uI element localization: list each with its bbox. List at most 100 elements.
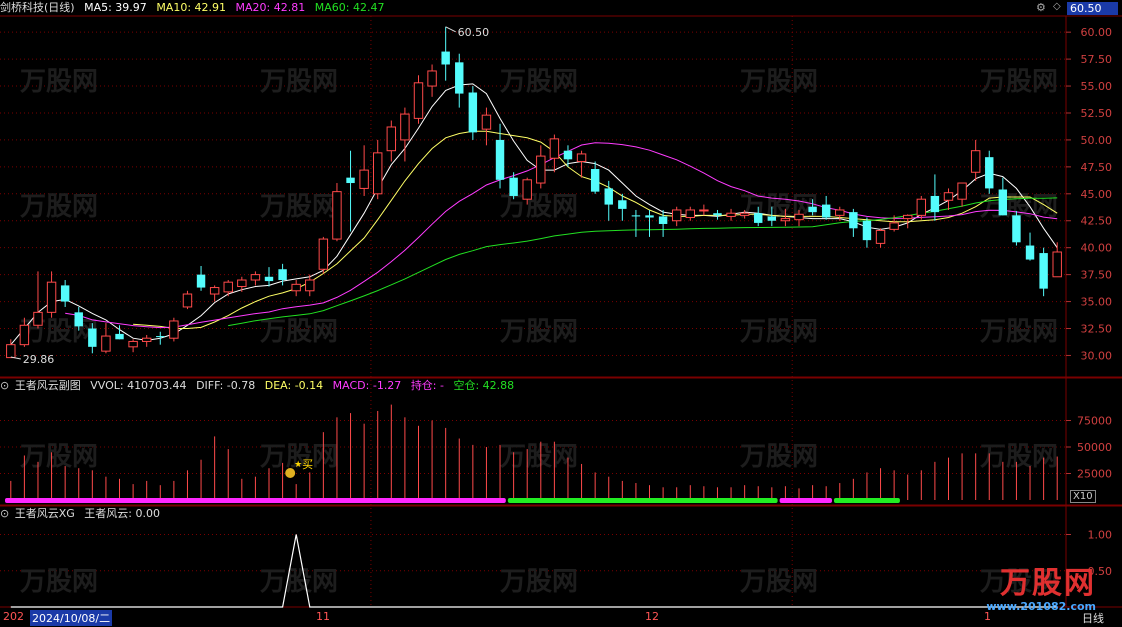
candle-body-up: [386, 126, 397, 152]
candle-body-down: [849, 212, 858, 229]
candle-body-up: [101, 335, 111, 352]
price-tick-label: 32.50: [1081, 323, 1113, 336]
candle-body-down: [985, 157, 994, 189]
candle-body-up: [481, 114, 492, 130]
candle-body-down: [468, 92, 478, 133]
watermark-text: 万股网: [20, 442, 98, 472]
candle-body-down: [590, 169, 600, 192]
candle-body-up: [576, 153, 587, 162]
watermark-text: 万股网: [20, 67, 98, 97]
candle-body-down: [563, 150, 573, 160]
candle-body-up: [889, 222, 899, 230]
sub2-collapse-icon[interactable]: ⊙: [0, 507, 9, 520]
sub2-legend: ⊙ 王者风云XG 王者风云: 0.00: [0, 506, 166, 522]
candle-body-down: [618, 200, 627, 209]
candle-body-up: [943, 192, 954, 201]
price-tag: 60.50: [1067, 2, 1118, 15]
candle-body-up: [19, 324, 30, 346]
high-pointer: [445, 26, 456, 33]
macd-label: MACD: -1.27: [332, 379, 402, 392]
collapse-icon[interactable]: ◇: [1053, 1, 1061, 12]
volume-tick-label: 25000: [1077, 468, 1112, 481]
candle-body-down: [930, 195, 940, 213]
candle-body-up: [169, 320, 179, 339]
watermark-text: 万股网: [500, 442, 578, 472]
candle-body-up: [903, 214, 913, 220]
candle-body-down: [808, 206, 817, 213]
sub1-title[interactable]: 王者风云副图: [15, 379, 81, 392]
candle-body-up: [536, 155, 546, 184]
candle-body-down: [658, 216, 668, 224]
ma5-label: MA5: 39.97: [84, 1, 147, 14]
candle-body-down: [645, 215, 654, 218]
candle-body-up: [250, 274, 261, 281]
candle-body-up: [359, 169, 369, 189]
sub1-legend: ⊙ 王者风云副图 VVOL: 410703.44 DIFF: -0.78 DEA…: [0, 378, 520, 394]
watermark-text: 万股网: [740, 67, 818, 97]
vvol-label: VVOL: 410703.44: [90, 379, 187, 392]
brand-url: www.201082.com: [986, 600, 1096, 613]
price-tick-label: 57.50: [1081, 53, 1113, 66]
candle-body-up: [427, 70, 437, 87]
sub1-collapse-icon[interactable]: ⊙: [0, 379, 9, 392]
ma20-label: MA20: 42.81: [235, 1, 306, 14]
candle-body-up: [373, 152, 383, 195]
candle-body-up: [332, 191, 342, 240]
watermark-text: 万股网: [20, 192, 98, 222]
candle-body-down: [495, 139, 505, 180]
scale-tag[interactable]: X10: [1070, 490, 1096, 503]
signal-band-green: [833, 498, 900, 503]
candle-body-up: [291, 283, 301, 292]
sub2-title[interactable]: 王者风云XG: [15, 507, 75, 520]
watermark-text: 万股网: [980, 67, 1058, 97]
candle-body-up: [780, 218, 791, 222]
star-icon: ★: [294, 460, 302, 470]
candle-body-down: [264, 276, 274, 282]
candle-body-up: [685, 209, 695, 219]
ma10-line: [133, 130, 1058, 329]
candle-body-up: [835, 209, 845, 216]
watermark-text: 万股网: [500, 67, 578, 97]
price-tick-label: 55.00: [1081, 80, 1113, 93]
ma10-label: MA10: 42.91: [156, 1, 227, 14]
candle-body-up: [33, 311, 43, 326]
settings-gear-icon[interactable]: ⚙: [1036, 1, 1046, 14]
candle-body-up: [46, 281, 57, 313]
candle-body-up: [237, 279, 247, 287]
watermark-text: 万股网: [260, 67, 338, 97]
candle-body-down: [1039, 253, 1048, 289]
candle-body-down: [998, 189, 1008, 216]
watermark-text: 万股网: [980, 442, 1058, 472]
watermark-text: 万股网: [260, 192, 338, 222]
candle-body-down: [1012, 215, 1021, 243]
price-tick-label: 60.00: [1081, 26, 1113, 39]
candle-body-up: [739, 212, 750, 216]
candle-body-up: [400, 113, 410, 141]
signal-band-pink: [779, 498, 832, 503]
candle-body-up: [671, 209, 682, 222]
diff-label: DIFF: -0.78: [196, 379, 256, 392]
candle-body-down: [278, 269, 287, 281]
date-cursor-tag: 2024/10/08/二: [30, 610, 113, 626]
watermark-text: 万股网: [740, 317, 818, 347]
price-tick-label: 42.50: [1081, 215, 1113, 228]
ma60-label: MA60: 42.47: [314, 1, 385, 14]
candle-body-down: [1025, 245, 1035, 260]
candle-body-up: [141, 337, 152, 342]
candle-body-down: [346, 177, 355, 184]
stock-title[interactable]: 剑桥科技(日线): [0, 1, 75, 14]
watermark-text: 万股网: [260, 567, 338, 597]
candle-body-down: [455, 62, 464, 94]
watermark-text: 万股网: [740, 442, 818, 472]
watermark-text: 万股网: [500, 192, 578, 222]
buy-signal-label: 买: [302, 458, 313, 471]
candle-body-up: [957, 182, 967, 200]
signal-band-green: [507, 498, 778, 503]
watermark-text: 万股网: [500, 567, 578, 597]
candle-body-down: [60, 285, 70, 302]
watermark-text: 万股网: [980, 317, 1058, 347]
month-label-11: 11: [316, 610, 330, 623]
chart-stage[interactable]: 万股网 万股网 万股网 万股网 万股网万股网 万股网 万股网 万股网 万股网万股网 万股网 万股网万…: [0, 0, 1122, 627]
candle-body-down: [196, 274, 206, 288]
volume-tick-label: 75000: [1077, 415, 1112, 428]
